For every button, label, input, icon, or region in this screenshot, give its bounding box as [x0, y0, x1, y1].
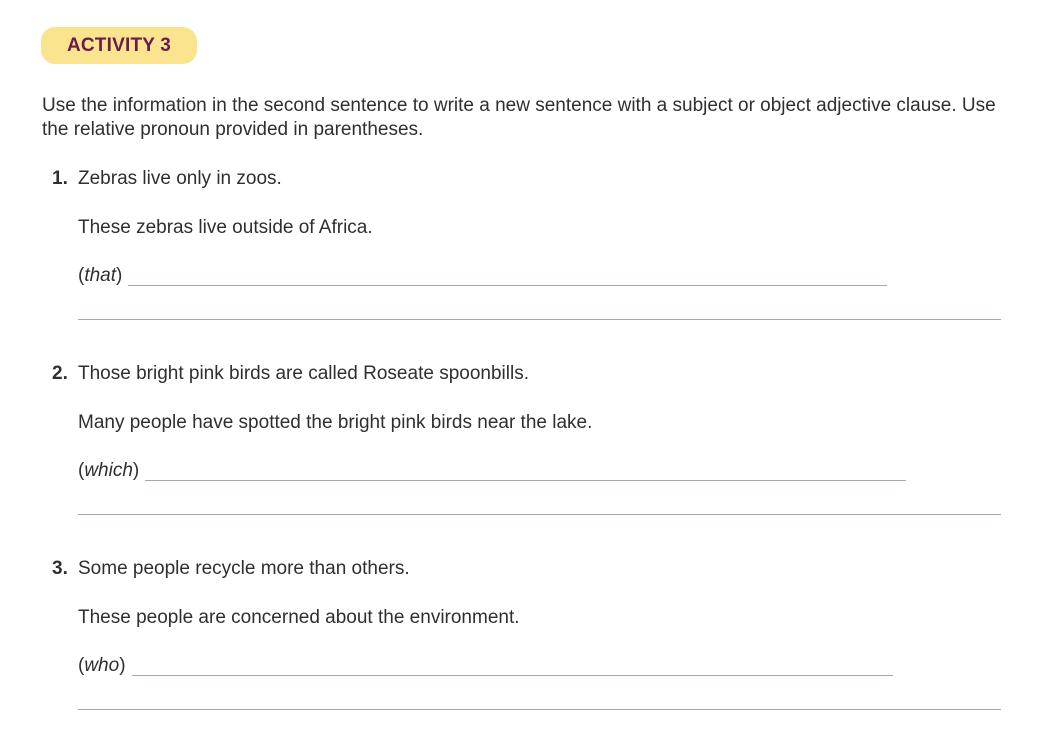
answer-line-2b[interactable] [78, 514, 1001, 515]
activity-label: ACTIVITY 3 [66, 34, 172, 56]
item-number: 1. [52, 168, 68, 189]
answer-row: (which) [78, 459, 907, 483]
first-sentence: Zebras live only in zoos. [78, 168, 282, 189]
relative-pronoun-hint: (who) [78, 655, 126, 676]
answer-line-1a[interactable] [128, 285, 888, 286]
second-sentence: Many people have spotted the bright pink… [78, 412, 593, 433]
answer-row: (who) [78, 654, 893, 678]
exercise-item-3: 3. Some people recycle more than others.… [0, 557, 1051, 717]
answer-row: (that) [78, 264, 888, 288]
exercise-item-2: 2. Those bright pink birds are called Ro… [0, 362, 1051, 522]
answer-line-3b[interactable] [78, 709, 1001, 710]
answer-line-1b[interactable] [78, 319, 1001, 320]
first-sentence: Those bright pink birds are called Rosea… [78, 363, 529, 384]
second-sentence: These people are concerned about the env… [78, 607, 520, 628]
item-number: 3. [52, 558, 68, 579]
relative-pronoun: which [84, 460, 133, 481]
relative-pronoun: that [84, 265, 117, 286]
relative-pronoun: who [84, 655, 120, 676]
relative-pronoun-hint: (that) [78, 265, 123, 286]
answer-line-3a[interactable] [131, 675, 893, 676]
instructions-text: Use the information in the second senten… [42, 95, 996, 140]
exercise-item-1: 1. Zebras live only in zoos. These zebra… [0, 167, 1051, 327]
activity-badge: ACTIVITY 3 [41, 27, 197, 64]
relative-pronoun-hint: (which) [78, 460, 140, 481]
answer-line-2a[interactable] [145, 480, 907, 481]
item-number: 2. [52, 363, 68, 384]
second-sentence: These zebras live outside of Africa. [78, 217, 373, 238]
first-sentence: Some people recycle more than others. [78, 558, 410, 579]
